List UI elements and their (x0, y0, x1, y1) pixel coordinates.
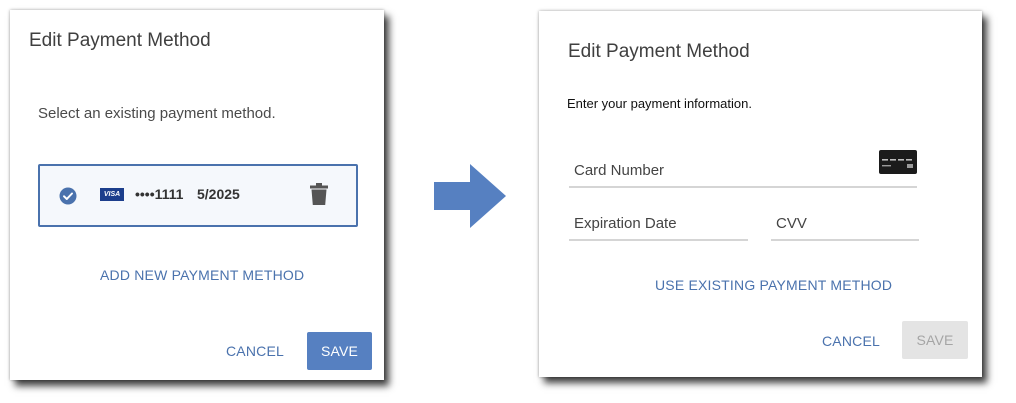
save-button-disabled[interactable]: SAVE (902, 321, 968, 359)
add-new-payment-method-button[interactable]: ADD NEW PAYMENT METHOD (100, 267, 304, 283)
dialog-prompt: Select an existing payment method. (38, 105, 276, 122)
trash-icon[interactable] (310, 183, 328, 205)
save-button[interactable]: SAVE (307, 332, 372, 370)
dialog-title: Edit Payment Method (568, 41, 750, 62)
credit-card-icon (879, 150, 917, 174)
use-existing-payment-method-button[interactable]: USE EXISTING PAYMENT METHOD (655, 277, 892, 293)
card-masked-number: ••••1111 (135, 186, 184, 202)
saved-payment-method[interactable]: VISA ••••1111 5/2025 (38, 164, 358, 227)
check-circle-icon (59, 187, 77, 205)
card-expiration: 5/2025 (197, 186, 240, 202)
cvv-label: CVV (776, 215, 807, 232)
card-number-label: Card Number (574, 162, 665, 179)
card-number-field[interactable]: Card Number (569, 150, 917, 188)
cancel-button[interactable]: CANCEL (221, 332, 289, 370)
edit-payment-dialog-new: Edit Payment Method Enter your payment i… (539, 11, 982, 377)
expiration-date-label: Expiration Date (574, 215, 677, 232)
arrow-right-icon (434, 164, 506, 228)
dialog-title: Edit Payment Method (29, 30, 211, 51)
visa-logo-icon: VISA (100, 188, 124, 201)
expiration-date-field[interactable]: Expiration Date (569, 205, 748, 241)
cvv-field[interactable]: CVV (771, 205, 919, 241)
dialog-prompt: Enter your payment information. (567, 96, 752, 111)
edit-payment-dialog-existing: Edit Payment Method Select an existing p… (10, 10, 384, 380)
cancel-button[interactable]: CANCEL (817, 322, 885, 360)
